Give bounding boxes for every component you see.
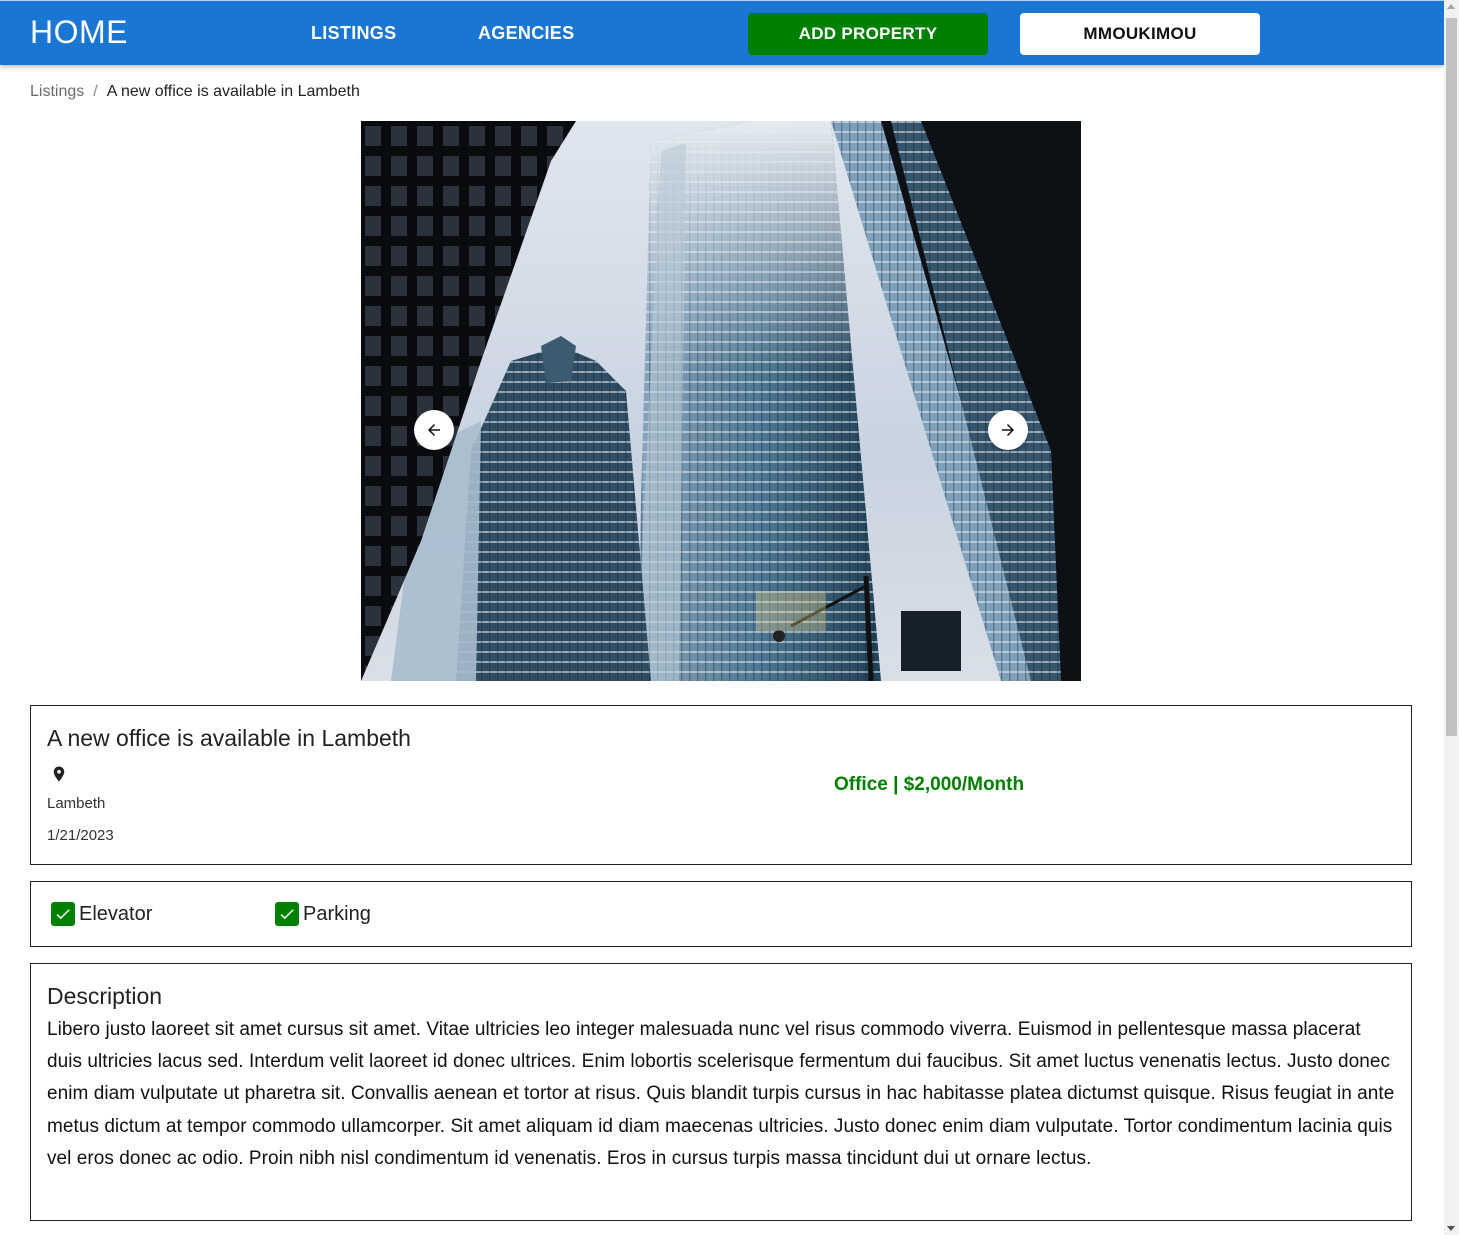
features-card: Elevator Parking (30, 881, 1412, 947)
scroll-down-arrow-icon[interactable] (1447, 1226, 1455, 1231)
listing-location: Lambeth (47, 795, 106, 812)
location-pin-icon (53, 766, 65, 782)
user-name-label: MMOUKIMOU (1083, 24, 1197, 43)
add-property-button[interactable]: ADD PROPERTY (748, 13, 988, 55)
property-photo (361, 121, 1081, 681)
breadcrumb-separator: / (93, 83, 98, 100)
scroll-up-arrow-icon[interactable] (1447, 4, 1455, 9)
page: HOME LISTINGS AGENCIES ADD PROPERTY MMOU… (0, 0, 1459, 1235)
checkbox-checked-icon (275, 902, 299, 926)
listing-date: 1/21/2023 (47, 827, 114, 844)
carousel-next-button[interactable] (988, 410, 1028, 450)
listing-title: A new office is available in Lambeth (47, 725, 411, 751)
listing-type-price: Office | $2,000/Month (834, 774, 1025, 795)
user-menu-button[interactable]: MMOUKIMOU (1020, 13, 1260, 55)
image-carousel (361, 121, 1081, 681)
add-property-label: ADD PROPERTY (798, 24, 938, 43)
top-app-bar: HOME LISTINGS AGENCIES ADD PROPERTY MMOU… (0, 0, 1444, 65)
feature-elevator: Elevator (51, 902, 152, 926)
nav-agencies-link[interactable]: AGENCIES (478, 23, 574, 44)
feature-parking: Parking (275, 902, 371, 926)
checkbox-checked-icon (51, 902, 75, 926)
arrow-left-icon (428, 424, 440, 436)
description-heading: Description (47, 983, 163, 1009)
listing-info-card: A new office is available in Lambeth Lam… (30, 705, 1412, 865)
description-card: Description Libero justo laoreet sit ame… (30, 963, 1412, 1221)
feature-label: Parking (303, 902, 371, 925)
carousel-prev-button[interactable] (414, 410, 454, 450)
breadcrumb-current: A new office is available in Lambeth (106, 83, 360, 100)
breadcrumb-listings-link[interactable]: Listings (30, 83, 84, 101)
scrollbar-thumb[interactable] (1446, 18, 1457, 736)
description-body: Libero justo laoreet sit amet cursus sit… (47, 1019, 1395, 1169)
vertical-scrollbar[interactable] (1444, 0, 1459, 1235)
breadcrumb: Listings / A new office is available in … (30, 83, 360, 101)
nav-listings-link[interactable]: LISTINGS (311, 23, 396, 44)
feature-label: Elevator (79, 902, 153, 925)
home-link[interactable]: HOME (30, 14, 128, 51)
arrow-right-icon (1002, 424, 1014, 436)
